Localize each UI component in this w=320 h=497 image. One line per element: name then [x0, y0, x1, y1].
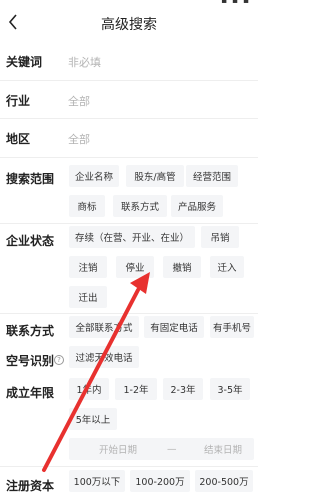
capital-label: 注册资本	[6, 479, 55, 493]
divider	[0, 466, 258, 467]
scope-option[interactable]: 股东/高管	[126, 165, 184, 187]
status-option[interactable]: 存续（在营、开业、在业）	[69, 226, 195, 248]
capital-option[interactable]: 100万以下	[69, 470, 125, 492]
empty-number-option[interactable]: 过滤无效电话	[69, 346, 139, 368]
founded-option[interactable]: 1-2年	[115, 378, 157, 400]
date-separator: —	[167, 443, 177, 455]
divider	[0, 80, 258, 81]
founded-option[interactable]: 1年内	[69, 378, 109, 400]
scope-option[interactable]: 联系方式	[113, 195, 167, 217]
divider	[0, 313, 258, 314]
page-title: 高级搜索	[101, 17, 157, 33]
help-icon[interactable]: ?	[54, 355, 64, 365]
start-date-input[interactable]: 开始日期	[99, 442, 137, 456]
back-button[interactable]	[4, 12, 22, 32]
status-option[interactable]: 吊销	[201, 226, 239, 248]
scope-option[interactable]: 经营范围	[186, 165, 238, 187]
keyword-label: 关键词	[6, 55, 43, 69]
divider	[0, 157, 258, 158]
status-option[interactable]: 停业	[116, 256, 154, 278]
industry-label: 行业	[6, 94, 31, 108]
region-row[interactable]: 地区 全部	[0, 123, 258, 155]
industry-value[interactable]: 全部	[68, 93, 90, 109]
scope-option[interactable]: 商标	[69, 195, 105, 217]
region-label: 地区	[6, 132, 31, 146]
founded-label: 成立年限	[6, 386, 55, 400]
scope-option[interactable]: 企业名称	[69, 165, 119, 187]
industry-row[interactable]: 行业 全部	[0, 85, 258, 117]
status-bar: ▪ ▪ ▪	[0, 0, 258, 8]
capital-option[interactable]: 200-500万	[195, 470, 253, 492]
empty-number-label: 空号识别	[6, 354, 55, 368]
founded-option[interactable]: 2-3年	[163, 378, 203, 400]
status-option[interactable]: 注销	[69, 256, 107, 278]
contact-option[interactable]: 全部联系方式	[69, 316, 139, 338]
scope-option[interactable]: 产品服务	[171, 195, 223, 217]
founded-option[interactable]: 5年以上	[69, 408, 117, 430]
scope-label: 搜索范围	[6, 172, 55, 186]
status-option[interactable]: 迁出	[69, 286, 107, 308]
region-value[interactable]: 全部	[68, 131, 90, 147]
contact-option[interactable]: 有固定电话	[144, 316, 204, 338]
contact-option[interactable]: 有手机号	[210, 316, 254, 338]
date-range-picker[interactable]: 开始日期 — 结束日期	[69, 438, 254, 460]
status-option[interactable]: 迁入	[210, 256, 244, 278]
founded-option[interactable]: 3-5年	[210, 378, 250, 400]
divider	[0, 118, 258, 119]
divider	[0, 223, 258, 224]
capital-option[interactable]: 100-200万	[130, 470, 190, 492]
status-bar-icons: ▪ ▪ ▪	[220, 0, 250, 6]
keyword-input[interactable]: 非必填	[68, 54, 101, 70]
chevron-left-icon	[8, 14, 17, 30]
end-date-input[interactable]: 结束日期	[204, 442, 242, 456]
contact-label: 联系方式	[6, 324, 55, 338]
status-option[interactable]: 撤销	[163, 256, 201, 278]
keyword-row: 关键词 非必填	[0, 46, 258, 78]
header: 高级搜索	[0, 8, 258, 38]
status-label: 企业状态	[6, 234, 55, 248]
